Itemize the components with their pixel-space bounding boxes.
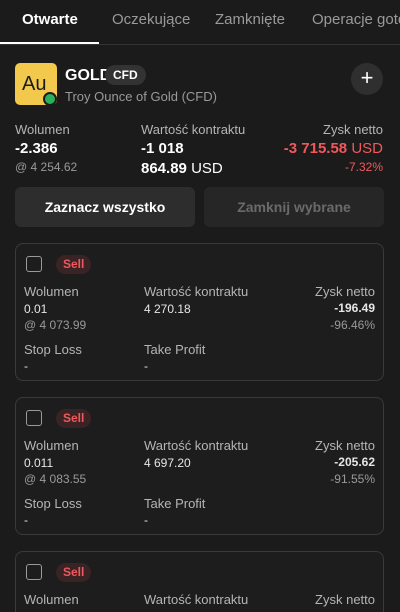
tab-operations[interactable]: Operacje gotó: [312, 11, 400, 28]
gold-logo: Au: [15, 63, 57, 106]
position-card: Sell Wolumen 0.01 @ 4 073.99 Wartość kon…: [15, 243, 384, 381]
cfd-badge: CFD: [105, 65, 146, 85]
logo-text: Au: [22, 73, 47, 95]
profit-label: Zysk netto: [315, 284, 375, 299]
profit-label: Zysk netto: [315, 592, 375, 607]
tab-pending[interactable]: Oczekujące: [112, 11, 190, 28]
position-card: Sell Wolumen 0.011 @ 4 083.55 Wartość ko…: [15, 397, 384, 535]
plus-icon: +: [360, 65, 374, 90]
summary-contract-value-line2: 864.89 USD: [141, 160, 223, 177]
tab-closed[interactable]: Zamknięte: [215, 11, 285, 28]
summary-volume-label: Wolumen: [15, 122, 70, 137]
profit-label: Zysk netto: [315, 438, 375, 453]
contract-value: 4 697.20: [144, 456, 191, 470]
position-checkbox[interactable]: [26, 564, 42, 580]
stop-loss-label: Stop Loss: [24, 342, 82, 357]
stop-loss-value: -: [24, 513, 28, 527]
select-all-button[interactable]: Zaznacz wszystko: [15, 187, 195, 227]
open-price: @ 4 073.99: [24, 318, 87, 332]
volume-value: 0.011: [24, 456, 54, 470]
take-profit-value: -: [144, 513, 148, 527]
close-selected-button[interactable]: Zamknij wybrane: [204, 187, 384, 227]
contract-amount: 864.89: [141, 160, 187, 177]
take-profit-label: Take Profit: [144, 496, 206, 511]
sell-badge: Sell: [56, 409, 92, 428]
position-checkbox[interactable]: [26, 410, 42, 426]
profit-value: -196.49: [334, 301, 375, 315]
profit-percent: -91.55%: [330, 472, 375, 486]
tab-bar: Otwarte Oczekujące Zamknięte Operacje go…: [0, 0, 400, 45]
take-profit-value: -: [144, 359, 148, 373]
sell-badge: Sell: [56, 255, 92, 274]
summary-contract-label: Wartość kontraktu: [141, 122, 246, 137]
position-card: Sell Wolumen Wartość kontraktu Zysk nett…: [15, 551, 384, 612]
sell-badge: Sell: [56, 563, 92, 582]
summary-volume-price: @ 4 254.62: [15, 160, 78, 174]
instrument-description: Troy Ounce of Gold (CFD): [65, 89, 217, 104]
profit-value: -205.62: [334, 455, 375, 469]
add-position-button[interactable]: +: [351, 63, 383, 95]
take-profit-label: Take Profit: [144, 342, 206, 357]
volume-label: Wolumen: [24, 438, 79, 453]
volume-label: Wolumen: [24, 592, 79, 607]
summary-contract-value: -1 018: [141, 140, 184, 157]
contract-label: Wartość kontraktu: [144, 284, 249, 299]
contract-value: 4 270.18: [144, 302, 191, 316]
contract-currency: USD: [191, 160, 223, 177]
position-checkbox[interactable]: [26, 256, 42, 272]
stop-loss-value: -: [24, 359, 28, 373]
summary-profit-label: Zysk netto: [323, 122, 383, 137]
open-price: @ 4 083.55: [24, 472, 87, 486]
volume-value: 0.01: [24, 302, 48, 316]
tab-open[interactable]: Otwarte: [22, 11, 78, 28]
status-dot-icon: [43, 92, 57, 106]
volume-label: Wolumen: [24, 284, 79, 299]
stop-loss-label: Stop Loss: [24, 496, 82, 511]
profit-currency: USD: [351, 140, 383, 157]
summary-profit-percent: -7.32%: [344, 160, 383, 174]
active-tab-indicator: [0, 42, 99, 44]
contract-label: Wartość kontraktu: [144, 592, 249, 607]
contract-label: Wartość kontraktu: [144, 438, 249, 453]
profit-percent: -96.46%: [330, 318, 375, 332]
profit-amount: -3 715.58: [283, 140, 348, 157]
summary-volume-value: -2.386: [15, 140, 58, 157]
summary-profit-value: -3 715.58 USD: [284, 140, 383, 157]
